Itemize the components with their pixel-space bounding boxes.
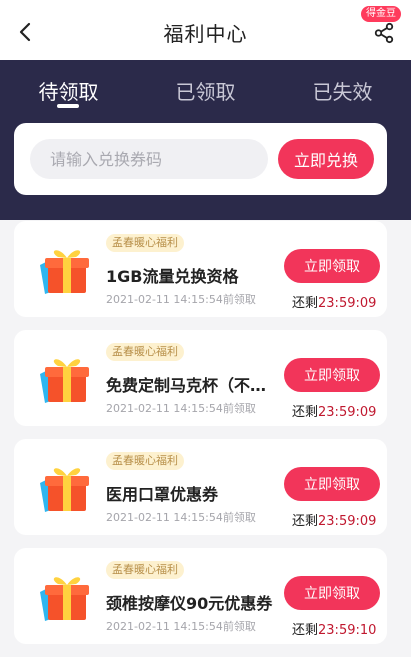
coupon-list: 孟春暖心福利 1GB流量兑换资格 2021-02-11 14:15:54前领取 …	[14, 221, 387, 657]
claim-button[interactable]: 立即领取	[284, 467, 380, 501]
remaining-label: 还剩	[292, 514, 319, 529]
coupon-card: 孟春暖心福利 免费定制马克杯（不… 2021-02-11 14:15:54前领取…	[14, 330, 387, 426]
coupon-name: 颈椎按摩仪90元优惠券	[106, 594, 273, 613]
tab-pending[interactable]: 待领取	[0, 76, 137, 105]
gold-bean-badge[interactable]: 得金豆	[361, 6, 401, 22]
coupon-name: 免费定制马克杯（不…	[106, 376, 267, 395]
remaining-label: 还剩	[292, 296, 319, 311]
countdown-value: 23:59:09	[318, 405, 377, 420]
remaining-time: 还剩23:59:09	[292, 401, 376, 420]
remaining-time: 还剩23:59:10	[292, 619, 376, 638]
redeem-code-input[interactable]	[30, 139, 268, 179]
coupon-deadline: 2021-02-11 14:15:54前领取	[106, 402, 256, 415]
share-icon[interactable]	[373, 22, 395, 44]
gift-box-icon	[40, 359, 89, 403]
coupon-name: 1GB流量兑换资格	[106, 267, 239, 286]
coupon-deadline: 2021-02-11 14:15:54前领取	[106, 620, 256, 633]
active-tab-indicator	[57, 104, 79, 108]
redeem-button[interactable]: 立即兑换	[278, 139, 374, 179]
claim-button[interactable]: 立即领取	[284, 249, 380, 283]
coupon-tag: 孟春暖心福利	[106, 343, 184, 361]
gift-box-icon	[40, 577, 89, 621]
tab-expired[interactable]: 已失效	[274, 76, 411, 105]
coupon-tag: 孟春暖心福利	[106, 234, 184, 252]
claim-button[interactable]: 立即领取	[284, 576, 380, 610]
coupon-card: 孟春暖心福利 医用口罩优惠券 2021-02-11 14:15:54前领取 立即…	[14, 439, 387, 535]
gift-box-icon	[40, 250, 89, 294]
gift-box-icon	[40, 468, 89, 512]
coupon-deadline: 2021-02-11 14:15:54前领取	[106, 511, 256, 524]
remaining-label: 还剩	[292, 623, 319, 638]
coupon-card: 孟春暖心福利 颈椎按摩仪90元优惠券 2021-02-11 14:15:54前领…	[14, 548, 387, 644]
coupon-card: 孟春暖心福利 1GB流量兑换资格 2021-02-11 14:15:54前领取 …	[14, 221, 387, 317]
coupon-tag: 孟春暖心福利	[106, 452, 184, 470]
remaining-time: 还剩23:59:09	[292, 292, 376, 311]
tab-claimed[interactable]: 已领取	[137, 76, 274, 105]
claim-button[interactable]: 立即领取	[284, 358, 380, 392]
coupon-name: 医用口罩优惠券	[106, 485, 219, 504]
countdown-value: 23:59:09	[318, 296, 377, 311]
countdown-value: 23:59:10	[318, 623, 377, 638]
coupon-deadline: 2021-02-11 14:15:54前领取	[106, 293, 256, 306]
countdown-value: 23:59:09	[318, 514, 377, 529]
coupon-tag: 孟春暖心福利	[106, 561, 184, 579]
remaining-label: 还剩	[292, 405, 319, 420]
top-bar: 福利中心 得金豆	[0, 0, 411, 60]
page-title: 福利中心	[163, 22, 248, 46]
remaining-time: 还剩23:59:09	[292, 510, 376, 529]
redeem-card: 立即兑换	[14, 123, 387, 195]
